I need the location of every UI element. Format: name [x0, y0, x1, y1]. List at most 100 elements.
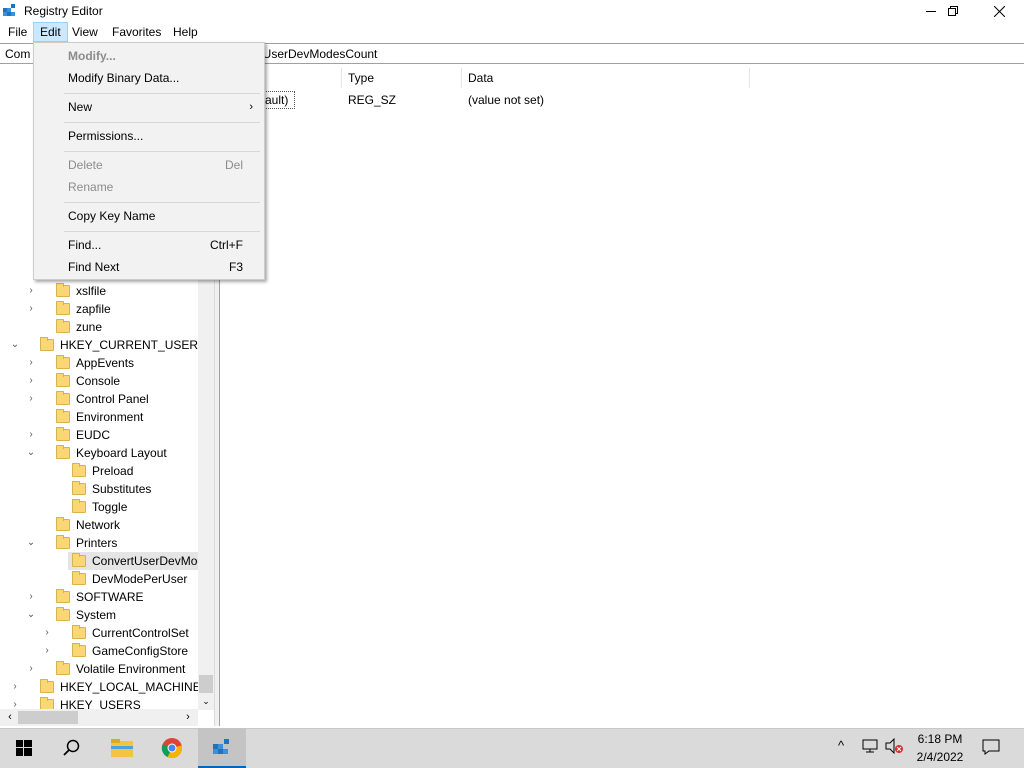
folder-icon: [56, 535, 70, 549]
scroll-down-arrow-icon[interactable]: ⌄: [199, 694, 213, 708]
menu-item-permissions[interactable]: Permissions...: [35, 125, 263, 147]
expand-chevron-icon[interactable]: ›: [10, 678, 20, 696]
tree-node-label: Toggle: [92, 500, 128, 514]
folder-icon: [56, 517, 70, 531]
restore-icon: [948, 6, 958, 16]
expand-chevron-icon[interactable]: ›: [26, 354, 36, 372]
folder-icon: [40, 679, 54, 693]
menu-separator: [64, 93, 260, 94]
folder-icon: [72, 499, 86, 513]
close-button[interactable]: [976, 0, 1022, 22]
collapse-chevron-icon[interactable]: ⌄: [10, 336, 20, 354]
menu-file[interactable]: File: [2, 22, 33, 42]
menu-separator: [64, 231, 260, 232]
expand-chevron-icon[interactable]: ›: [26, 282, 36, 300]
menu-help[interactable]: Help: [167, 22, 204, 42]
menu-item-delete[interactable]: Delete Del: [35, 154, 263, 176]
expand-chevron-icon[interactable]: ›: [26, 660, 36, 678]
start-button[interactable]: [0, 728, 48, 768]
file-explorer-button[interactable]: [98, 728, 146, 768]
expand-chevron-icon[interactable]: ›: [26, 390, 36, 408]
tree-node-label: Volatile Environment: [76, 662, 186, 676]
collapse-chevron-icon[interactable]: ⌄: [26, 606, 36, 624]
tree-vertical-scroll-thumb[interactable]: [199, 675, 213, 693]
tree-node-label: Printers: [76, 536, 118, 550]
menu-item-modify-binary-data[interactable]: Modify Binary Data...: [35, 67, 263, 89]
folder-icon: [40, 337, 54, 351]
menu-favorites[interactable]: Favorites: [106, 22, 167, 42]
volume-muted-icon[interactable]: [884, 737, 904, 757]
expand-chevron-icon[interactable]: ›: [26, 588, 36, 606]
values-list[interactable]: [220, 64, 1024, 726]
column-header-data[interactable]: Data: [462, 68, 750, 88]
tree-node-label: xslfile: [76, 284, 107, 298]
menu-item-modify[interactable]: Modify...: [35, 45, 263, 67]
tree-node-label: GameConfigStore: [92, 644, 189, 658]
tree-horizontal-scroll-thumb[interactable]: [18, 711, 78, 724]
menu-edit[interactable]: Edit: [33, 22, 68, 42]
menu-view[interactable]: View: [66, 22, 104, 42]
column-header-type[interactable]: Type: [342, 68, 462, 88]
folder-icon: [56, 301, 70, 315]
tree-node-label: AppEvents: [76, 356, 135, 370]
folder-icon: [72, 571, 86, 585]
folder-icon: [56, 391, 70, 405]
collapse-chevron-icon[interactable]: ⌄: [26, 534, 36, 552]
folder-icon: [56, 319, 70, 333]
chrome-button[interactable]: [148, 728, 196, 768]
folder-icon: [72, 481, 86, 495]
file-explorer-icon: [111, 739, 133, 757]
value-type-cell: REG_SZ: [348, 93, 397, 107]
folder-icon: [56, 607, 70, 621]
submenu-arrow-icon: ›: [249, 101, 253, 113]
folder-icon: [56, 409, 70, 423]
scroll-right-arrow-icon[interactable]: ›: [182, 709, 194, 726]
tree-node-label: Keyboard Layout: [76, 446, 167, 460]
menu-item-find-next[interactable]: Find Next F3: [35, 256, 263, 278]
expand-chevron-icon[interactable]: ›: [42, 624, 52, 642]
expand-chevron-icon[interactable]: ›: [26, 426, 36, 444]
folder-icon: [56, 283, 70, 297]
tree-node-label: Substitutes: [92, 482, 152, 496]
folder-icon: [72, 553, 86, 567]
registry-editor-taskbar-button[interactable]: [198, 728, 246, 768]
tree-node-label: SOFTWARE: [76, 590, 144, 604]
restore-button[interactable]: [930, 0, 976, 22]
clock-time[interactable]: 6:18 PM: [905, 732, 975, 746]
title-bar: [0, 0, 1024, 22]
tree-node-label: Network: [76, 518, 121, 532]
tree-node-label: Environment: [76, 410, 144, 424]
expand-chevron-icon[interactable]: ›: [42, 642, 52, 660]
tray-chevron-icon[interactable]: ^: [838, 738, 844, 753]
value-name-cell[interactable]: ault): [264, 91, 295, 109]
expand-chevron-icon[interactable]: ›: [26, 300, 36, 318]
tree-node-label: CurrentControlSet: [92, 626, 189, 640]
menu-item-new[interactable]: New ›: [35, 96, 263, 118]
menu-item-find[interactable]: Find... Ctrl+F: [35, 234, 263, 256]
menu-item-copy-key-name[interactable]: Copy Key Name: [35, 205, 263, 227]
menu-separator: [64, 151, 260, 152]
address-prefix: Com: [5, 47, 31, 61]
folder-icon: [56, 355, 70, 369]
folder-icon: [72, 625, 86, 639]
value-data-cell: (value not set): [468, 93, 545, 107]
search-button[interactable]: [48, 728, 96, 768]
registry-editor-icon: [2, 3, 18, 19]
tree-node-label: HKEY_CURRENT_USER: [60, 338, 199, 352]
clock-date[interactable]: 2/4/2022: [905, 750, 975, 764]
search-icon: [63, 739, 80, 756]
tree-node-label: ConvertUserDevMoc: [92, 554, 204, 568]
folder-icon: [56, 373, 70, 387]
menu-item-rename[interactable]: Rename: [35, 176, 263, 198]
folder-icon: [72, 643, 86, 657]
tree-node-label: DevModePerUser: [92, 572, 188, 586]
scroll-left-arrow-icon[interactable]: ‹: [4, 709, 16, 726]
collapse-chevron-icon[interactable]: ⌄: [26, 444, 36, 462]
network-icon[interactable]: [862, 738, 880, 757]
windows-start-icon: [16, 740, 32, 756]
action-center-icon[interactable]: [982, 738, 1000, 759]
tree-node[interactable]: ConvertUserDevMoc: [68, 552, 215, 570]
folder-icon: [56, 445, 70, 459]
address-tail: rtUserDevModesCount: [255, 47, 378, 61]
expand-chevron-icon[interactable]: ›: [26, 372, 36, 390]
